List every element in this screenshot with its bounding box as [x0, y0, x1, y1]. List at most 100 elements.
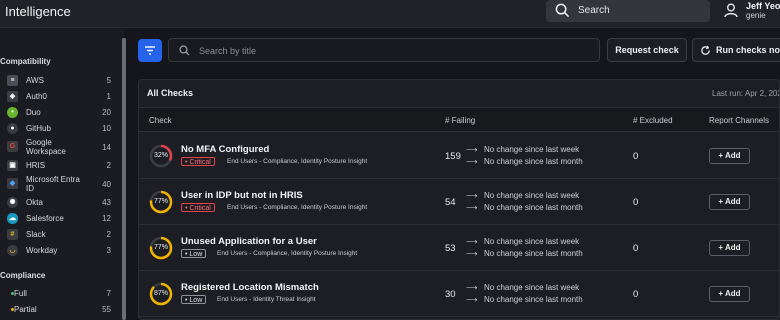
check-name[interactable]: Registered Location Mismatch: [181, 282, 319, 293]
severity-badge: • Critical: [181, 203, 215, 212]
add-channel-button[interactable]: + Add: [709, 148, 750, 164]
weekly-change: No change since last week: [484, 237, 580, 246]
app-title: Intelligence: [5, 4, 71, 19]
score-ring: 77%: [149, 190, 173, 214]
sidebar-item-label: Auth0: [26, 92, 47, 101]
sidebar-item-count: 5: [106, 76, 111, 85]
sidebar-item-count: 12: [102, 214, 111, 223]
sidebar-item-full[interactable]: Full 7: [7, 287, 111, 301]
sidebar-item-label: Salesforce: [26, 214, 64, 223]
monthly-change: No change since last month: [484, 203, 583, 212]
sidebar-item-hris[interactable]: ▣ HRIS 2: [7, 159, 111, 173]
user-menu[interactable]: Jeff Yeo genie: [722, 0, 780, 24]
check-category: End Users - Compliance, Identity Posture…: [227, 204, 368, 211]
sidebar-item-github[interactable]: ● GitHub 10: [7, 122, 111, 136]
excluded-count: 0: [633, 197, 639, 208]
sidebar-item-count: 14: [102, 143, 111, 152]
sidebar-item-count: 2: [106, 161, 111, 170]
arrow-right-icon: ⟶: [466, 283, 478, 292]
user-name: Jeff Yeo: [746, 1, 780, 11]
sidebar-item-slack[interactable]: # Slack 2: [7, 228, 111, 242]
column-excluded: # Excluded: [633, 116, 673, 125]
sidebar-item-label: AWS: [26, 76, 44, 85]
weekly-change: No change since last week: [484, 145, 580, 154]
check-name[interactable]: No MFA Configured: [181, 144, 269, 155]
arrow-right-icon: ⟶: [466, 203, 478, 212]
run-checks-button[interactable]: Run checks now: [692, 38, 780, 62]
search-icon: [179, 45, 190, 58]
sidebar-item-count: 40: [102, 180, 111, 189]
score-percent: 77%: [153, 244, 168, 251]
sidebar-item-label: Full: [14, 289, 27, 298]
table-header: Check # Failing # Excluded Report Channe…: [139, 107, 779, 132]
sidebar-item-count: 1: [106, 92, 111, 101]
table-row[interactable]: 32% No MFA Configured • Critical End Use…: [139, 133, 779, 179]
sidebar-item-duo[interactable]: • Duo 20: [7, 106, 111, 120]
severity-label: Critical: [189, 159, 211, 166]
failing-count: 53: [445, 243, 456, 254]
severity-label: Critical: [189, 205, 211, 212]
weekly-change: No change since last week: [484, 191, 580, 200]
sidebar-item-count: 7: [106, 289, 111, 298]
sidebar-item-okta[interactable]: ✺ Okta 43: [7, 196, 111, 210]
arrow-right-icon: ⟶: [466, 295, 478, 304]
weekly-change: No change since last week: [484, 283, 580, 292]
sidebar-item-count: 3: [106, 246, 111, 255]
check-category: End Users - Identity Threat Insight: [217, 296, 316, 303]
aws-icon: ≡: [7, 75, 18, 86]
refresh-icon: [700, 45, 711, 58]
severity-badge: • Low: [181, 249, 207, 258]
monthly-change: No change since last month: [484, 157, 583, 166]
sidebar-item-label: Google Workspace: [26, 138, 66, 156]
run-checks-label: Run checks now: [716, 45, 780, 55]
excluded-count: 0: [633, 151, 639, 162]
global-search-button[interactable]: Search: [546, 0, 710, 22]
request-check-button[interactable]: Request check: [607, 38, 687, 62]
table-row[interactable]: 77% Unused Application for a User • Low …: [139, 225, 779, 271]
github-icon: ●: [7, 123, 18, 134]
score-ring: 32%: [149, 144, 173, 168]
sidebar-item-auth0[interactable]: ◈ Auth0 1: [7, 90, 111, 104]
add-channel-button[interactable]: + Add: [709, 194, 750, 210]
filter-sidebar: Compatibility ≡ AWS 5 ◈ Auth0 1 • Duo 20…: [0, 29, 124, 320]
sidebar-item-salesforce[interactable]: ☁ Salesforce 12: [7, 212, 111, 226]
check-category: End Users - Compliance, Identity Posture…: [227, 158, 368, 165]
add-channel-button[interactable]: + Add: [709, 240, 750, 256]
failing-count: 159: [445, 151, 461, 162]
check-name[interactable]: User in IDP but not in HRIS: [181, 190, 303, 201]
user-icon: [724, 3, 738, 20]
filter-icon: [144, 45, 156, 58]
add-label: Add: [725, 197, 741, 206]
top-bar: Intelligence Search Jeff Yeo genie: [0, 0, 780, 28]
sidebar-item-label: Partial: [14, 305, 37, 314]
sidebar-item-label: Microsoft Entra ID: [26, 175, 80, 193]
arrow-right-icon: ⟶: [466, 249, 478, 258]
sidebar-item-label: GitHub: [26, 124, 51, 133]
add-channel-button[interactable]: + Add: [709, 286, 750, 302]
sidebar-scrollbar-thumb[interactable]: [122, 38, 126, 320]
arrow-right-icon: ⟶: [466, 157, 478, 166]
severity-badge: • Critical: [181, 157, 215, 166]
sidebar-item-count: 55: [102, 305, 111, 314]
excluded-count: 0: [633, 289, 639, 300]
sidebar-item-count: 2: [106, 230, 111, 239]
check-name[interactable]: Unused Application for a User: [181, 236, 317, 247]
global-search-label: Search: [578, 5, 610, 16]
table-row[interactable]: 87% Registered Location Mismatch • Low E…: [139, 271, 779, 317]
search-icon: [555, 3, 570, 20]
sidebar-item-workday[interactable]: ◡ Workday 3: [7, 244, 111, 258]
failing-count: 54: [445, 197, 456, 208]
sidebar-item-label: Duo: [26, 108, 41, 117]
sidebar-item-partial[interactable]: Partial 55: [7, 303, 111, 317]
score-ring: 77%: [149, 236, 173, 260]
sidebar-item-microsoft-entra-id[interactable]: ◆ Microsoft Entra ID 40: [7, 175, 111, 193]
sidebar-item-aws[interactable]: ≡ AWS 5: [7, 74, 111, 88]
score-percent: 87%: [153, 290, 168, 297]
filter-button[interactable]: [138, 39, 162, 62]
score-percent: 32%: [153, 152, 168, 159]
check-search-input[interactable]: Search by title: [168, 38, 600, 62]
table-row[interactable]: 77% User in IDP but not in HRIS • Critic…: [139, 179, 779, 225]
sidebar-item-count: 10: [102, 124, 111, 133]
sidebar-item-google-workspace[interactable]: G Google Workspace 14: [7, 138, 111, 156]
severity-label: Low: [189, 297, 203, 304]
